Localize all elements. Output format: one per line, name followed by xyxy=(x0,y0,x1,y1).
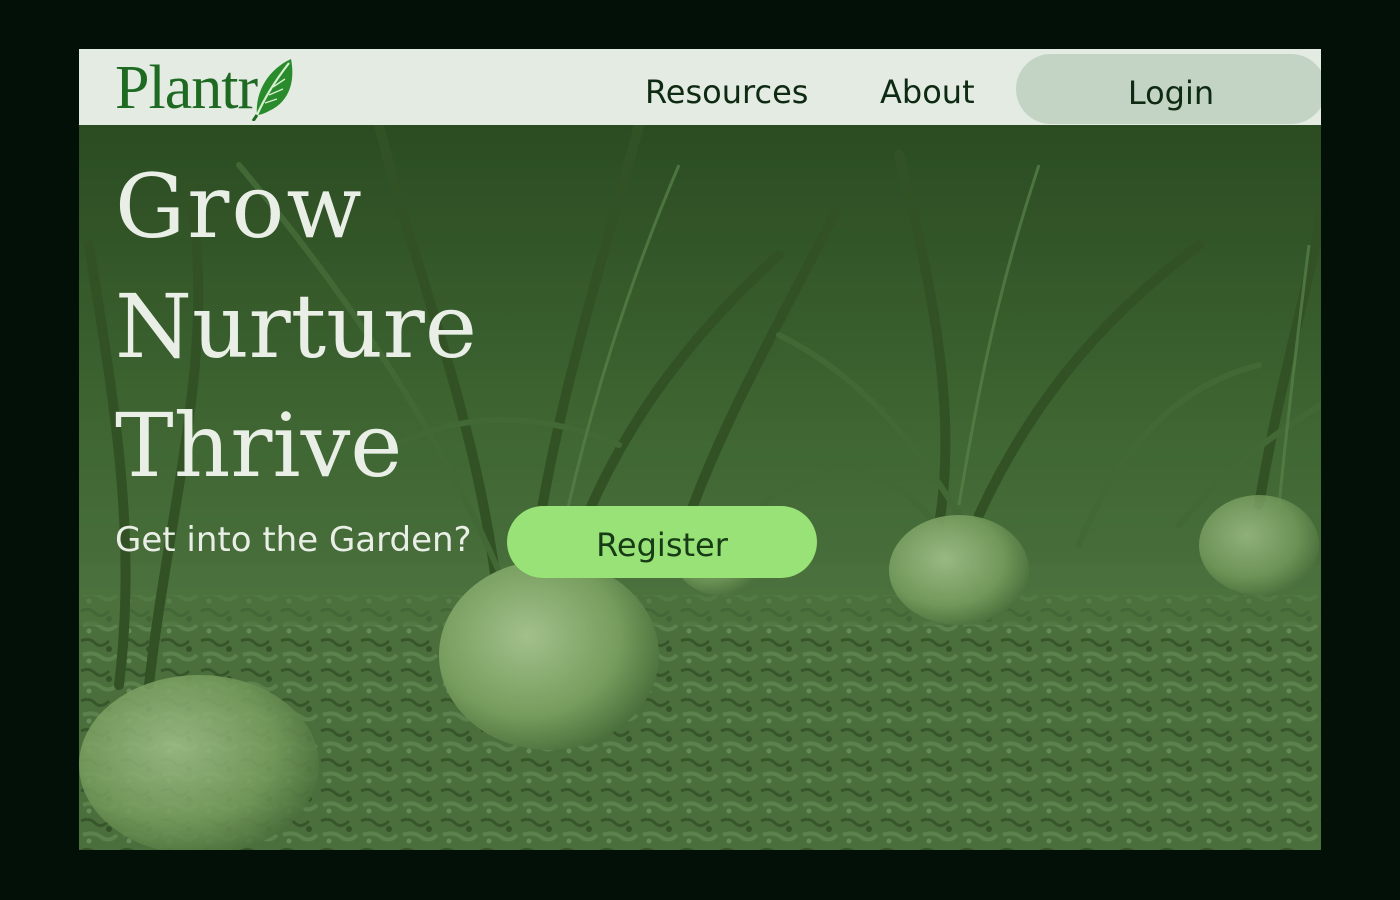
nav-link-about[interactable]: About xyxy=(880,49,975,125)
page-frame: Plantr Resources About Login Grow Nurtur… xyxy=(79,49,1321,850)
brand-name: Plantr xyxy=(115,53,258,122)
brand-logo[interactable]: Plantr xyxy=(115,53,295,123)
headline-thrive: Thrive xyxy=(115,394,403,497)
hero-section: Grow Nurture Thrive Get into the Garden?… xyxy=(79,125,1321,850)
register-button[interactable]: Register xyxy=(507,506,817,578)
headline-nurture: Nurture xyxy=(115,275,477,378)
cta-prompt: Get into the Garden? xyxy=(115,520,472,560)
navbar: Plantr Resources About Login xyxy=(79,49,1321,125)
login-button[interactable]: Login xyxy=(1016,54,1321,124)
leaf-icon xyxy=(251,59,293,121)
headline-grow: Grow xyxy=(115,155,364,258)
nav-link-resources[interactable]: Resources xyxy=(645,49,808,125)
